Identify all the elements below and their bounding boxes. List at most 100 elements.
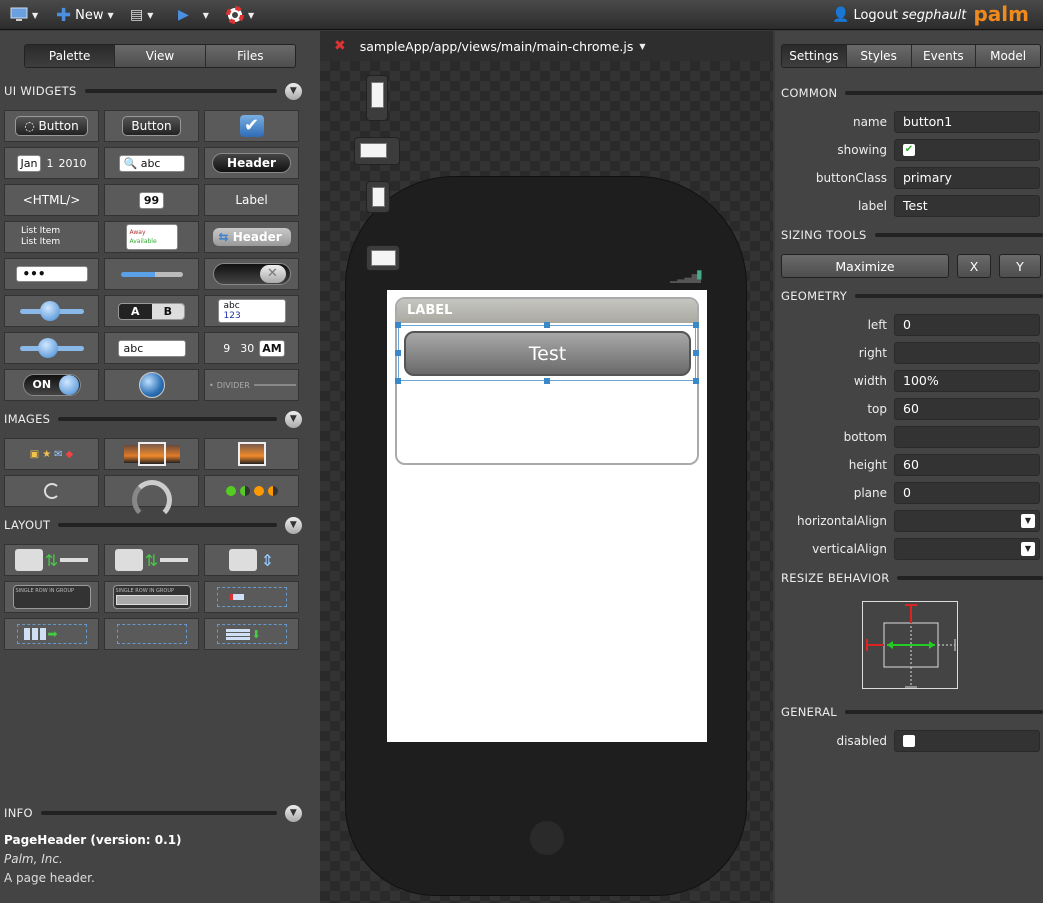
test-button[interactable]: Test	[404, 331, 691, 376]
section-info[interactable]: INFO ▼	[0, 803, 320, 823]
widget-button[interactable]: Button	[104, 110, 199, 142]
maximize-button[interactable]: Maximize	[781, 254, 949, 278]
resize-handle-r[interactable]	[693, 350, 699, 356]
tab-events[interactable]: Events	[910, 45, 976, 67]
widget-activity-indicators[interactable]	[204, 475, 299, 507]
widget-scroller[interactable]: ⇕	[204, 544, 299, 576]
resize-handle-tr[interactable]	[693, 322, 699, 328]
showing-checkbox[interactable]: ✔	[894, 139, 1040, 161]
widget-filepicker[interactable]: ✕	[204, 258, 299, 290]
widget-password-field[interactable]: •••	[4, 258, 99, 290]
widget-integer-picker[interactable]: 99	[104, 184, 199, 216]
section-images[interactable]: IMAGES ▼	[0, 409, 320, 429]
new-menu[interactable]: ✚ New ▼	[56, 0, 114, 30]
x-button[interactable]: X	[957, 254, 991, 278]
widget-header[interactable]: Header	[204, 147, 299, 179]
resize-handle-br[interactable]	[693, 378, 699, 384]
number-preview: 99	[138, 191, 165, 209]
device-landscape-small-button[interactable]	[366, 245, 400, 271]
widget-hbox[interactable]: ➡	[4, 618, 99, 650]
resize-handle-b[interactable]	[544, 378, 550, 384]
widget-spinner-large[interactable]	[104, 475, 199, 520]
widget-divider[interactable]: • DIVIDER	[204, 369, 299, 401]
widget-toggle-button[interactable]: ON	[4, 369, 99, 401]
collapse-icon[interactable]: ▼	[285, 804, 302, 822]
section-layout[interactable]: LAYOUT ▼	[0, 515, 320, 535]
help-menu[interactable]: ▼	[226, 0, 254, 30]
battery-icon: ▮	[696, 267, 703, 281]
prop-bottom: bottom	[775, 426, 1043, 448]
globe-icon	[138, 372, 165, 398]
widget-text-field[interactable]: abc	[104, 332, 199, 364]
device-portrait-small-button[interactable]	[366, 181, 390, 213]
left-input[interactable]: 0	[894, 314, 1040, 336]
device-menu[interactable]: ▤ ▼	[130, 0, 153, 30]
divider	[855, 294, 1043, 298]
width-input[interactable]: 100%	[894, 370, 1040, 392]
label-input[interactable]: Test	[894, 195, 1040, 217]
widget-html[interactable]: <HTML/>	[4, 184, 99, 216]
section-ui-widgets[interactable]: UI WIDGETS ▼	[0, 81, 320, 101]
widget-search-field[interactable]: 🔍 abc	[104, 147, 199, 179]
tab-view[interactable]: View	[114, 45, 205, 67]
widget-hflexbox[interactable]: ⇅	[4, 544, 99, 576]
orientation-landscape-button[interactable]	[354, 137, 400, 165]
widget-webview[interactable]	[104, 369, 199, 401]
right-input[interactable]	[894, 342, 1040, 364]
y-button[interactable]: Y	[999, 254, 1041, 278]
widget-spinner-small[interactable]	[4, 475, 99, 507]
widget-image-view[interactable]	[104, 438, 199, 470]
widget-vbox[interactable]: ⬇	[204, 618, 299, 650]
widget-progress-bar[interactable]	[104, 258, 199, 290]
monitor-menu[interactable]: ▼	[10, 0, 38, 30]
widget-list-selector[interactable]: Away Available	[104, 221, 199, 253]
widget-time-picker[interactable]: 9 30 AM	[204, 332, 299, 364]
tab-settings[interactable]: Settings	[782, 45, 846, 67]
widget-vflexbox[interactable]: ⇅	[104, 544, 199, 576]
resize-handle-l[interactable]	[395, 350, 401, 356]
top-input[interactable]: 60	[894, 398, 1040, 420]
widget-spinner-button[interactable]: ◌ Button	[4, 110, 99, 142]
run-button[interactable]: ▶ ▼	[178, 0, 209, 30]
widget-image[interactable]	[204, 438, 299, 470]
resize-handle-t[interactable]	[544, 322, 550, 328]
widget-label[interactable]: Label	[204, 184, 299, 216]
collapse-icon[interactable]: ▼	[285, 516, 302, 534]
list-item: List Item	[21, 226, 61, 236]
widget-row-group[interactable]: SINGLE ROW IN GROUP	[104, 581, 199, 613]
plane-input[interactable]: 0	[894, 482, 1040, 504]
collapse-icon[interactable]: ▼	[285, 82, 302, 100]
widget-rich-text-edit[interactable]: abc 123	[204, 295, 299, 327]
name-input[interactable]: button1	[894, 111, 1040, 133]
vertical-align-select[interactable]: ▼	[894, 538, 1040, 560]
close-file-icon[interactable]: ✖	[334, 38, 346, 54]
chevron-down-icon[interactable]: ▼	[639, 42, 645, 51]
tab-model[interactable]: Model	[975, 45, 1040, 67]
widget-date-picker[interactable]: Jan 1 2010	[4, 147, 99, 179]
disabled-checkbox[interactable]	[894, 730, 1040, 752]
widget-group[interactable]: SINGLE ROW IN GROUP	[4, 581, 99, 613]
widget-slider-2[interactable]	[4, 332, 99, 364]
widget-radio-button[interactable]: A B	[104, 295, 199, 327]
tab-files[interactable]: Files	[204, 45, 295, 67]
height-input[interactable]: 60	[894, 454, 1040, 476]
widget-slider[interactable]	[4, 295, 99, 327]
bottom-input[interactable]	[894, 426, 1040, 448]
resize-behavior-widget[interactable]	[862, 601, 958, 689]
horizontal-align-select[interactable]: ▼	[894, 510, 1040, 532]
logout-link[interactable]: 👤 Logout segphault	[832, 0, 966, 30]
resize-handle-tl[interactable]	[395, 322, 401, 328]
widget-icon-set[interactable]: ▣ ★ ✉ ◆	[4, 438, 99, 470]
widget-list[interactable]: List Item List Item	[4, 221, 99, 253]
widget-checkbox[interactable]: ✔	[204, 110, 299, 142]
orientation-portrait-button[interactable]	[366, 75, 388, 121]
resize-handle-bl[interactable]	[395, 378, 401, 384]
tab-palette[interactable]: Palette	[25, 45, 115, 67]
widget-panel[interactable]	[204, 581, 299, 613]
widget-box[interactable]	[104, 618, 199, 650]
file-path[interactable]: sampleApp/app/views/main/main-chrome.js	[360, 39, 634, 54]
buttonclass-input[interactable]: primary	[894, 167, 1040, 189]
collapse-icon[interactable]: ▼	[285, 410, 302, 428]
tab-styles[interactable]: Styles	[845, 45, 911, 67]
widget-drawer-header[interactable]: ⇆ Header	[204, 221, 299, 253]
